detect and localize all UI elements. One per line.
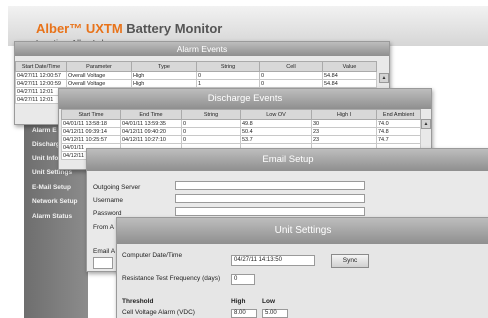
table-row[interactable]: 04/12/11 09:39:14 04/12/11 09:40:20 0 50… bbox=[61, 127, 421, 136]
table-cell: 30 bbox=[311, 119, 377, 128]
table-cell: 54.84 bbox=[322, 79, 377, 88]
table-cell: 23 bbox=[311, 127, 377, 136]
table-cell: 53.7 bbox=[240, 135, 312, 144]
table-row[interactable]: 04/01/11 13:58:18 04/01/11 13:59:35 0 49… bbox=[61, 119, 421, 128]
table-cell: 23 bbox=[311, 135, 377, 144]
password-input[interactable] bbox=[175, 207, 365, 216]
sidebar-item-alarm-status[interactable]: Alarm Status bbox=[32, 213, 72, 220]
column-header[interactable]: Low OV bbox=[240, 109, 312, 120]
column-header[interactable]: String bbox=[181, 109, 241, 120]
table-cell: 74.7 bbox=[376, 135, 421, 144]
low-header: Low bbox=[262, 298, 275, 305]
table-cell: 54.84 bbox=[322, 71, 377, 80]
scroll-up-button[interactable]: ▲ bbox=[421, 119, 431, 129]
threshold-header: Threshold bbox=[122, 298, 154, 305]
high-header: High bbox=[231, 298, 246, 305]
triangle-up-icon: ▲ bbox=[423, 121, 429, 127]
table-cell: 04/01/11 13:59:35 bbox=[120, 119, 182, 128]
computer-datetime-field: 04/27/11 14:13:50 bbox=[231, 255, 315, 266]
brand-title: Battery Monitor bbox=[122, 21, 223, 36]
outgoing-server-label: Outgoing Server bbox=[93, 184, 141, 191]
table-cell: 0 bbox=[196, 71, 260, 80]
table-cell: 74.8 bbox=[376, 127, 421, 136]
table-cell: 04/12/11 09:40:20 bbox=[120, 127, 182, 136]
table-cell: 04/12/11 09:39:14 bbox=[61, 127, 121, 136]
sidebar-item-email-setup[interactable]: E-Mail Setup bbox=[32, 184, 71, 191]
cell-voltage-high-input[interactable]: 8.00 bbox=[231, 309, 257, 318]
column-header[interactable]: End Ambient bbox=[376, 109, 421, 120]
from-address-label: From A bbox=[93, 224, 114, 231]
cell-voltage-low-input[interactable]: 5.00 bbox=[262, 309, 288, 318]
table-row[interactable]: 04/12/11 10:25:57 04/12/11 10:27:10 0 53… bbox=[61, 135, 421, 144]
alarm-events-title: Alarm Events bbox=[15, 42, 389, 56]
screenshot-stage: Alber™ UXTM Battery Monitor Location: Al… bbox=[0, 0, 488, 318]
sidebar-item-unit-info[interactable]: Unit Info bbox=[32, 155, 58, 162]
table-cell: Overall Voltage bbox=[66, 79, 132, 88]
table-row[interactable]: 04/27/11 12:00:57 Overall Voltage High 0… bbox=[15, 71, 377, 80]
password-label: Password bbox=[93, 210, 122, 217]
table-cell: 50.4 bbox=[240, 127, 312, 136]
column-header[interactable]: Cell bbox=[259, 61, 323, 72]
column-header[interactable]: Value bbox=[322, 61, 377, 72]
sidebar-item-alarm-events[interactable]: Alarm E bbox=[32, 127, 57, 134]
table-cell: 1 bbox=[196, 79, 260, 88]
table-cell: 0 bbox=[259, 79, 323, 88]
resistance-test-frequency-label: Resistance Test Frequency (days) bbox=[122, 275, 221, 282]
unit-settings-title: Unit Settings bbox=[117, 218, 488, 244]
scroll-up-button[interactable]: ▲ bbox=[379, 73, 389, 83]
table-header-row: Start Date/Time Parameter Type String Ce… bbox=[15, 61, 377, 72]
username-input[interactable] bbox=[175, 194, 365, 203]
computer-datetime-label: Computer Date/Time bbox=[122, 252, 183, 259]
email-setup-title: Email Setup bbox=[87, 149, 488, 171]
app-title: Alber™ UXTM Battery Monitor bbox=[36, 21, 222, 36]
column-header[interactable]: String bbox=[196, 61, 260, 72]
table-cell: 49.8 bbox=[240, 119, 312, 128]
table-cell: 0 bbox=[181, 119, 241, 128]
table-cell: High bbox=[131, 79, 197, 88]
column-header[interactable]: Start Date/Time bbox=[15, 61, 67, 72]
table-cell: High bbox=[131, 71, 197, 80]
column-header[interactable]: Parameter bbox=[66, 61, 132, 72]
column-header[interactable]: Type bbox=[131, 61, 197, 72]
table-cell: 0 bbox=[259, 71, 323, 80]
table-cell: 04/27/11 12:00:59 bbox=[15, 79, 67, 88]
table-cell: 74.0 bbox=[376, 119, 421, 128]
brand-name: Alber™ UXTM bbox=[36, 21, 123, 36]
table-cell: 0 bbox=[181, 127, 241, 136]
app-header: Alber™ UXTM Battery Monitor Location: Al… bbox=[8, 6, 488, 47]
column-header[interactable]: High I bbox=[311, 109, 377, 120]
email-address-input[interactable] bbox=[93, 257, 113, 269]
cell-voltage-alarm-label: Cell Voltage Alarm (VDC) bbox=[122, 309, 195, 316]
unit-settings-window: Unit Settings Computer Date/Time 04/27/1… bbox=[116, 217, 488, 318]
discharge-events-title: Discharge Events bbox=[59, 89, 431, 109]
table-cell: Overall Voltage bbox=[66, 71, 132, 80]
table-cell: 04/27/11 12:00:57 bbox=[15, 71, 67, 80]
sync-button[interactable]: Sync bbox=[331, 254, 369, 268]
column-header[interactable]: Start Time bbox=[61, 109, 121, 120]
triangle-up-icon: ▲ bbox=[381, 75, 387, 81]
outgoing-server-input[interactable] bbox=[175, 181, 365, 190]
table-cell: 0 bbox=[181, 135, 241, 144]
table-cell: 04/12/11 10:25:57 bbox=[61, 135, 121, 144]
resistance-test-frequency-input[interactable]: 0 bbox=[231, 274, 255, 285]
sidebar-item-network-setup[interactable]: Network Setup bbox=[32, 198, 78, 205]
username-label: Username bbox=[93, 197, 123, 204]
column-header[interactable]: End Time bbox=[120, 109, 182, 120]
table-row[interactable]: 04/27/11 12:00:59 Overall Voltage High 1… bbox=[15, 79, 377, 88]
table-cell: 04/12/11 10:27:10 bbox=[120, 135, 182, 144]
email-address-label: Email A bbox=[93, 248, 116, 255]
sidebar-item-unit-settings[interactable]: Unit Settings bbox=[32, 169, 72, 176]
table-header-row: Start Time End Time String Low OV High I… bbox=[61, 109, 421, 120]
table-cell: 04/01/11 13:58:18 bbox=[61, 119, 121, 128]
